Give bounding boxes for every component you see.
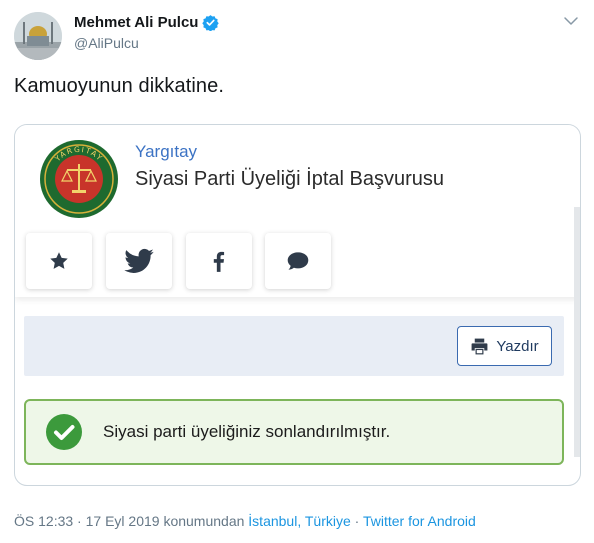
tweet-media-image[interactable]: YARGITAY Yargıtay Siyasi Parti Üyeliği İ… bbox=[14, 124, 581, 486]
location-prefix: konumundan bbox=[159, 513, 249, 529]
chevron-down-icon[interactable] bbox=[562, 12, 580, 30]
mosque-avatar-icon bbox=[14, 12, 62, 60]
tweet-text: Kamuoyunun dikkatine. bbox=[14, 75, 225, 97]
document-title: Siyasi Parti Üyeliği İptal Başvurusu bbox=[135, 168, 445, 190]
print-button[interactable]: Yazdır bbox=[457, 326, 552, 366]
author-block: Mehmet Ali Pulcu @AliPulcu bbox=[74, 14, 220, 51]
avatar[interactable] bbox=[14, 12, 62, 60]
yargitay-logo: YARGITAY bbox=[40, 140, 118, 218]
check-circle-icon bbox=[46, 414, 82, 450]
comment-icon bbox=[287, 252, 309, 270]
page-header: YARGITAY Yargıtay Siyasi Parti Üyeliği İ… bbox=[15, 125, 580, 297]
twitter-share-button[interactable] bbox=[106, 233, 172, 289]
tweet: Mehmet Ali Pulcu @AliPulcu Kamuoyunun di… bbox=[0, 0, 594, 543]
star-button[interactable] bbox=[26, 233, 92, 289]
scrollbar-track[interactable] bbox=[574, 207, 580, 457]
alert-message: Siyasi parti üyeliğiniz sonlandırılmıştı… bbox=[103, 422, 391, 441]
success-alert: Siyasi parti üyeliğiniz sonlandırılmıştı… bbox=[24, 399, 564, 465]
toolbar-bar: Yazdır bbox=[24, 316, 564, 376]
author-handle[interactable]: @AliPulcu bbox=[74, 35, 219, 51]
comment-button[interactable] bbox=[265, 233, 331, 289]
meta-separator: · bbox=[73, 513, 86, 529]
tweet-time[interactable]: ÖS 12:33 bbox=[14, 513, 73, 529]
facebook-icon bbox=[213, 251, 225, 272]
source-link[interactable]: Twitter for Android bbox=[363, 513, 476, 529]
org-name: Yargıtay bbox=[135, 142, 198, 161]
author-name-row[interactable]: Mehmet Ali Pulcu bbox=[74, 14, 220, 31]
tweet-meta: ÖS 12:33 · 17 Eyl 2019 konumundan İstanb… bbox=[14, 513, 476, 529]
tweet-date[interactable]: 17 Eyl 2019 bbox=[86, 513, 160, 529]
author-name[interactable]: Mehmet Ali Pulcu bbox=[74, 14, 198, 31]
verified-badge-icon bbox=[202, 15, 220, 31]
facebook-share-button[interactable] bbox=[186, 233, 252, 289]
star-icon bbox=[50, 252, 68, 269]
meta-separator: · bbox=[350, 513, 363, 529]
location-link[interactable]: İstanbul, Türkiye bbox=[248, 513, 350, 529]
print-label: Yazdır bbox=[496, 337, 539, 355]
printer-icon bbox=[471, 338, 488, 354]
twitter-icon bbox=[124, 248, 154, 273]
